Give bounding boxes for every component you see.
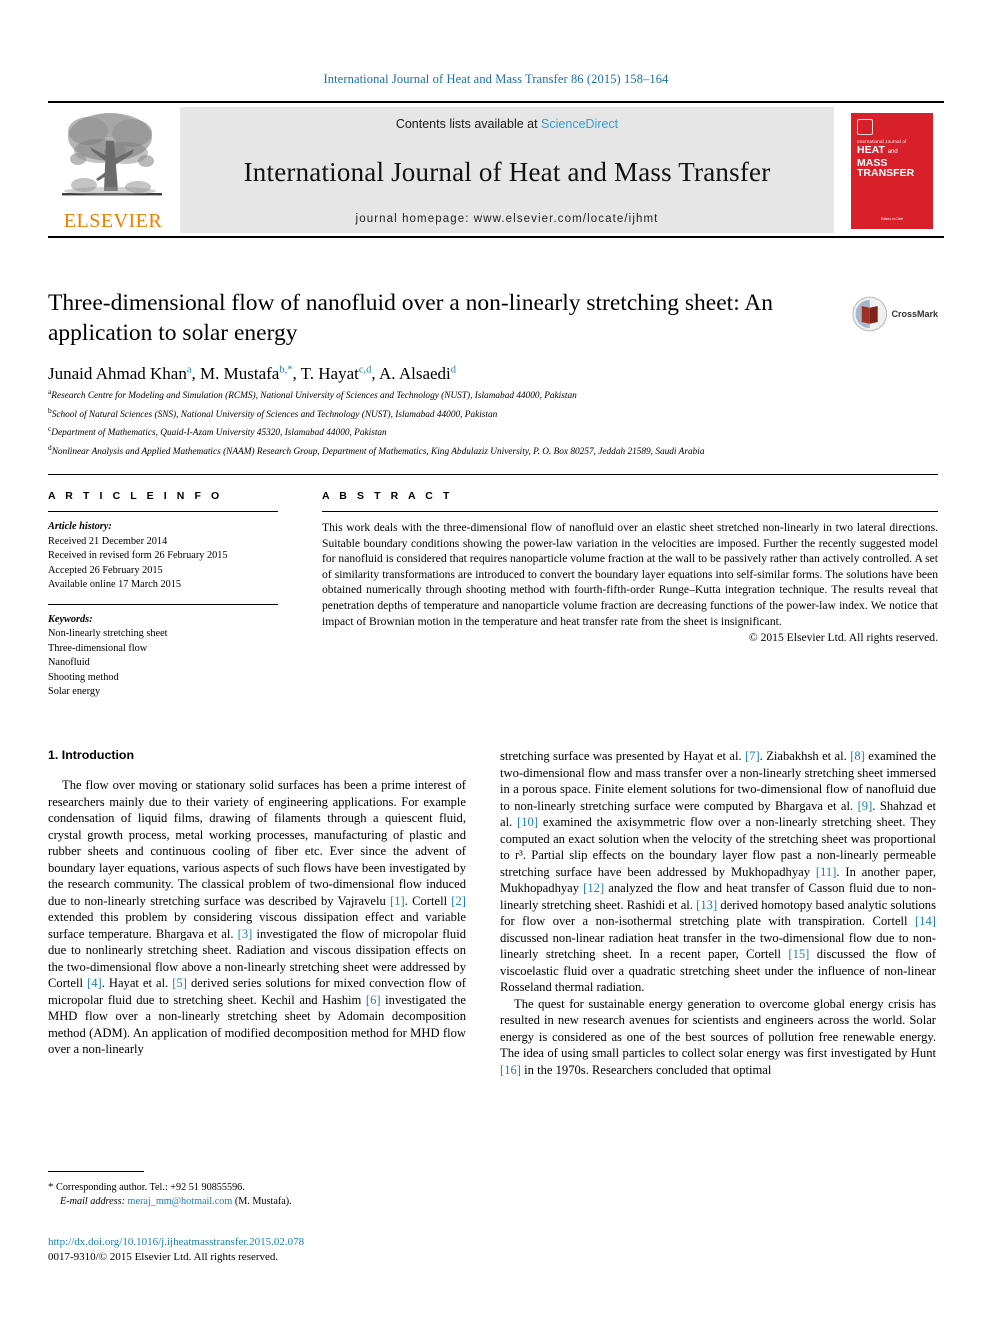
corresponding-author-text: Corresponding author. Tel.: +92 51 90855…	[56, 1182, 245, 1193]
citation-ref[interactable]: [13]	[696, 898, 717, 912]
history-item: Received in revised form 26 February 201…	[48, 550, 228, 561]
author-name[interactable]: A. Alsaedi	[379, 364, 451, 383]
footnote-star-marker: *	[48, 1181, 54, 1193]
affiliation-item: cDepartment of Mathematics, Quaid-I-Azam…	[48, 422, 938, 441]
affiliation-text: School of Natural Sciences (SNS), Nation…	[51, 409, 498, 420]
author-affiliation-mark: a	[186, 364, 192, 376]
keyword-item: Non-linearly stretching sheet	[48, 628, 168, 639]
abstract-text: This work deals with the three-dimension…	[322, 521, 938, 628]
cover-transfer: TRANSFER	[857, 167, 915, 179]
keyword-item: Solar energy	[48, 686, 101, 697]
history-item: Available online 17 March 2015	[48, 579, 182, 590]
intro-paragraph-left: The flow over moving or stationary solid…	[48, 778, 467, 1056]
section-heading-introduction: 1. Introduction	[48, 748, 135, 762]
corresponding-author-footnote: * Corresponding author. Tel.: +92 51 908…	[48, 1180, 478, 1209]
cover-elsevier-mark-icon	[857, 119, 873, 135]
article-info-rule	[48, 511, 278, 512]
elsevier-wordmark: ELSEVIER	[63, 210, 163, 232]
paper-page: International Journal of Heat and Mass T…	[0, 0, 992, 1323]
affiliation-item: dNonlinear Analysis and Applied Mathemat…	[48, 441, 938, 460]
keywords-label: Keywords:	[48, 613, 93, 625]
citation-ref[interactable]: [9]	[858, 799, 873, 813]
article-history-label: Article history:	[48, 521, 112, 532]
history-item: Accepted 26 February 2015	[48, 564, 163, 576]
paper-title: Three-dimensional flow of nanofluid over…	[48, 290, 774, 346]
citation-ref[interactable]: [15]	[788, 947, 809, 961]
abstract-rule	[322, 511, 938, 512]
author-affiliation-mark: c,d	[358, 364, 372, 376]
cover-title: HEAT and MASS TRANSFER	[857, 145, 929, 179]
keywords-rule	[48, 603, 278, 605]
sciencedirect-link[interactable]: ScienceDirect	[541, 117, 618, 131]
affiliation-item: bSchool of Natural Sciences (SNS), Natio…	[48, 404, 938, 423]
citation-ref[interactable]: [6]	[366, 993, 381, 1007]
contents-prefix: Contents lists available at	[395, 117, 542, 131]
affiliation-item: aResearch Centre for Modeling and Simula…	[48, 385, 938, 404]
author-affiliation-mark: d	[450, 364, 457, 376]
cover-and: and	[887, 149, 898, 155]
elsevier-tree-icon	[62, 113, 162, 196]
journal-homepage-link[interactable]: journal homepage: www.elsevier.com/locat…	[356, 213, 659, 225]
author-affiliation-mark: b,*	[279, 364, 293, 376]
journal-band: Contents lists available at ScienceDirec…	[180, 107, 834, 233]
elsevier-logo: ELSEVIER	[52, 107, 174, 233]
article-info-column: A R T I C L E I N F O Article history: R…	[48, 490, 278, 700]
running-head: International Journal of Heat and Mass T…	[323, 72, 669, 86]
email-link[interactable]: meraj_mm@hotmail.com	[128, 1196, 233, 1207]
affiliation-text: Nonlinear Analysis and Applied Mathemati…	[51, 446, 705, 457]
citation-ref[interactable]: [14]	[915, 914, 936, 928]
crossmark-icon	[852, 296, 888, 332]
citation-ref[interactable]: [3]	[238, 927, 253, 941]
crossmark-label: CrossMark	[891, 309, 938, 319]
author-name[interactable]: T. Hayat	[301, 364, 359, 383]
intro-paragraph-right-continued: stretching surface was presented by Haya…	[500, 749, 937, 994]
affiliation-text: Department of Mathematics, Quaid-I-Azam …	[51, 428, 387, 439]
title-block: Three-dimensional flow of nanofluid over…	[48, 288, 838, 384]
history-item: Received 21 December 2014	[48, 535, 168, 547]
abstract-column: A B S T R A C T This work deals with the…	[322, 490, 938, 644]
author-list: Junaid Ahmad Khana, M. Mustafab,*, T. Ha…	[48, 364, 457, 383]
body-column-right: stretching surface was presented by Haya…	[500, 748, 936, 1078]
corresponding-author-line: * Corresponding author. Tel.: +92 51 908…	[48, 1180, 478, 1195]
keyword-item: Three-dimensional flow	[48, 642, 148, 654]
citation-ref[interactable]: [2]	[451, 894, 466, 908]
email-owner: (M. Mustafa).	[234, 1196, 292, 1207]
journal-title: International Journal of Heat and Mass T…	[243, 156, 771, 187]
doi-link[interactable]: http://dx.doi.org/10.1016/j.ijheatmasstr…	[48, 1235, 478, 1250]
intro-paragraph-right-2: The quest for sustainable energy generat…	[500, 996, 936, 1077]
author-name[interactable]: Junaid Ahmad Khan	[48, 364, 187, 383]
info-abstract-separator	[48, 474, 938, 491]
journal-cover-thumbnail: International Journal of HEAT and MASS T…	[844, 109, 940, 233]
email-line: E-mail address: meraj_mm@hotmail.com (M.…	[48, 1195, 478, 1209]
abstract-copyright: © 2015 Elsevier Ltd. All rights reserved…	[748, 631, 938, 645]
keyword-item: Shooting method	[48, 671, 119, 683]
citation-ref[interactable]: [16]	[500, 1063, 521, 1077]
footnote-rule	[48, 1171, 144, 1172]
author-name[interactable]: M. Mustafa	[200, 364, 279, 383]
citation-ref[interactable]: [7]	[745, 749, 760, 763]
citation-ref[interactable]: [1]	[390, 894, 405, 908]
crossmark-badge[interactable]: CrossMark	[852, 292, 938, 336]
citation-ref[interactable]: [10]	[517, 815, 538, 829]
abstract-heading: A B S T R A C T	[322, 490, 453, 502]
contents-available-line: Contents lists available at ScienceDirec…	[396, 117, 618, 131]
affiliation-text: Research Centre for Modeling and Simulat…	[51, 391, 577, 402]
affiliation-list: aResearch Centre for Modeling and Simula…	[48, 385, 938, 459]
issn-copyright-line: 0017-9310/© 2015 Elsevier Ltd. All right…	[48, 1251, 279, 1263]
citation-ref[interactable]: [11]	[816, 865, 837, 879]
citation-ref[interactable]: [12]	[583, 881, 604, 895]
citation-ref[interactable]: [5]	[172, 976, 187, 990]
doi-block: http://dx.doi.org/10.1016/j.ijheatmasstr…	[48, 1235, 478, 1265]
citation-ref[interactable]: [4]	[87, 976, 102, 990]
body-column-left: 1. Introduction The flow over moving or …	[48, 748, 466, 1058]
citation-ref[interactable]: [8]	[850, 749, 865, 763]
cover-heat: HEAT	[857, 144, 885, 156]
keyword-item: Nanofluid	[48, 657, 90, 668]
journal-masthead: ELSEVIER Contents lists available at Sci…	[48, 101, 944, 238]
cover-footer-text: Editors-in-Chief	[881, 217, 903, 221]
article-info-heading: A R T I C L E I N F O	[48, 490, 223, 502]
email-label: E-mail address:	[60, 1196, 125, 1207]
